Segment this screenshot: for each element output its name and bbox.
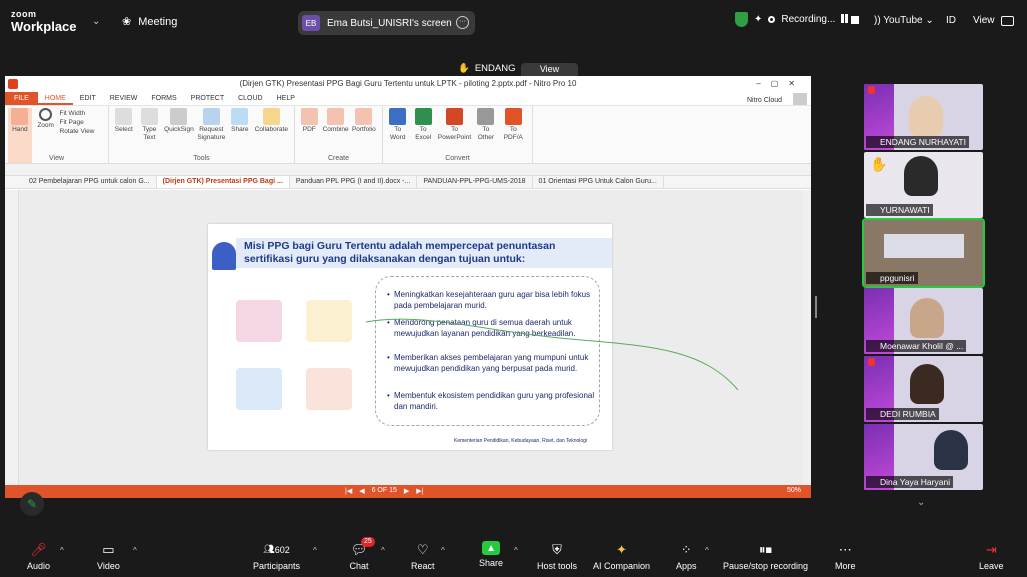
shield-icon: ⛨ xyxy=(552,541,562,557)
chevron-up-icon[interactable]: ^ xyxy=(514,546,518,555)
react-label: React xyxy=(411,561,435,571)
chat-button[interactable]: 💬︎ 25 Chat xyxy=(349,537,375,571)
participant-video xyxy=(910,364,944,404)
more-button[interactable]: ⋯ More xyxy=(835,541,856,572)
camera-icon: ▭ xyxy=(102,541,115,557)
react-button[interactable]: ♡ React xyxy=(411,541,435,572)
share-label: Share xyxy=(479,558,504,568)
participant-name: Dina Yaya Haryani xyxy=(866,476,954,488)
ai-companion-button[interactable]: ✦ AI Companion xyxy=(593,541,651,572)
chevron-up-icon[interactable]: ^ xyxy=(60,546,64,555)
annotate-pen-icon[interactable]: ✎ xyxy=(20,492,44,516)
audio-button[interactable]: 🎤︎ Audio xyxy=(27,541,51,572)
apps-label: Apps xyxy=(676,561,697,571)
participant-name: ppgunisri xyxy=(866,272,918,284)
chevron-up-icon[interactable]: ^ xyxy=(381,546,385,555)
participant-name: Moenawar Kholil @ ... xyxy=(866,340,967,352)
panel-resize-handle[interactable] xyxy=(815,296,817,318)
leave-button[interactable]: ⇥ Leave xyxy=(979,541,1004,572)
more-icon: ⋯ xyxy=(838,541,852,557)
participant-tile[interactable]: ENDANG NURHAYATI xyxy=(864,84,983,150)
chevron-up-icon[interactable]: ^ xyxy=(441,546,445,555)
leave-label: Leave xyxy=(979,561,1004,571)
apps-button[interactable]: ⁘ Apps xyxy=(676,541,697,572)
host-tools-label: Host tools xyxy=(537,561,578,571)
participants-button[interactable]: 👥︎ 602 Participants xyxy=(253,541,300,571)
leave-icon: ⇥ xyxy=(985,541,997,557)
audio-label: Audio xyxy=(27,561,51,571)
participant-video xyxy=(884,234,964,258)
sparkle-icon: ✦ xyxy=(616,541,627,557)
participant-name: ENDANG NURHAYATI xyxy=(866,136,969,148)
muted-mic-icon xyxy=(868,358,875,366)
heart-icon: ♡ xyxy=(416,541,429,557)
participant-tile[interactable]: Dina Yaya Haryani xyxy=(864,424,983,490)
participant-tile[interactable]: Moenawar Kholil @ ... xyxy=(864,288,983,354)
pause-stop-recording-button[interactable]: ⏸⏹ Pause/stop recording xyxy=(723,541,809,572)
share-screen-button[interactable]: ▲ Share xyxy=(479,541,503,568)
chevron-down-icon[interactable]: ⌄ xyxy=(917,497,925,508)
participant-name: YURNAWATI xyxy=(866,204,933,216)
participant-tile-active-speaker[interactable]: ppgunisri xyxy=(862,218,985,288)
participant-tile[interactable]: DEDI RUMBIA xyxy=(864,356,983,422)
participant-video xyxy=(909,96,943,136)
muted-mic-icon xyxy=(868,86,875,94)
ai-companion-label: AI Companion xyxy=(593,561,651,571)
chat-label: Chat xyxy=(349,561,369,571)
more-label: More xyxy=(835,561,856,571)
participants-label: Participants xyxy=(253,561,301,571)
host-tools-button[interactable]: ⛨ Host tools xyxy=(537,541,578,572)
apps-icon: ⁘ xyxy=(680,541,692,557)
chat-unread-badge: 25 xyxy=(361,537,375,547)
pause-stop-label: Pause/stop recording xyxy=(723,561,809,571)
share-arrow-icon: ▲ xyxy=(482,541,501,555)
participant-video xyxy=(910,298,944,338)
pause-stop-icon: ⏸⏹ xyxy=(759,541,773,557)
video-button[interactable]: ▭ Video xyxy=(97,541,120,572)
participant-video xyxy=(904,156,938,196)
participant-video xyxy=(934,430,968,470)
participant-count: 602 xyxy=(274,544,290,555)
chevron-up-icon[interactable]: ^ xyxy=(705,546,709,555)
chevron-up-icon[interactable]: ^ xyxy=(133,546,137,555)
participant-tile[interactable]: ✋ YURNAWATI xyxy=(864,152,983,218)
people-icon: 👥︎ 602 xyxy=(263,544,290,555)
video-label: Video xyxy=(97,561,120,571)
raised-hand-icon: ✋ xyxy=(870,156,888,172)
meeting-controls-bar: 🎤︎ Audio ^ ▭ Video ^ 👥︎ 602 Participants… xyxy=(0,537,1027,577)
chevron-up-icon[interactable]: ^ xyxy=(313,546,317,555)
chat-icon: 💬︎ 25 xyxy=(349,537,375,558)
muted-mic-icon: 🎤︎ xyxy=(30,541,47,557)
participant-name: DEDI RUMBIA xyxy=(866,408,939,420)
